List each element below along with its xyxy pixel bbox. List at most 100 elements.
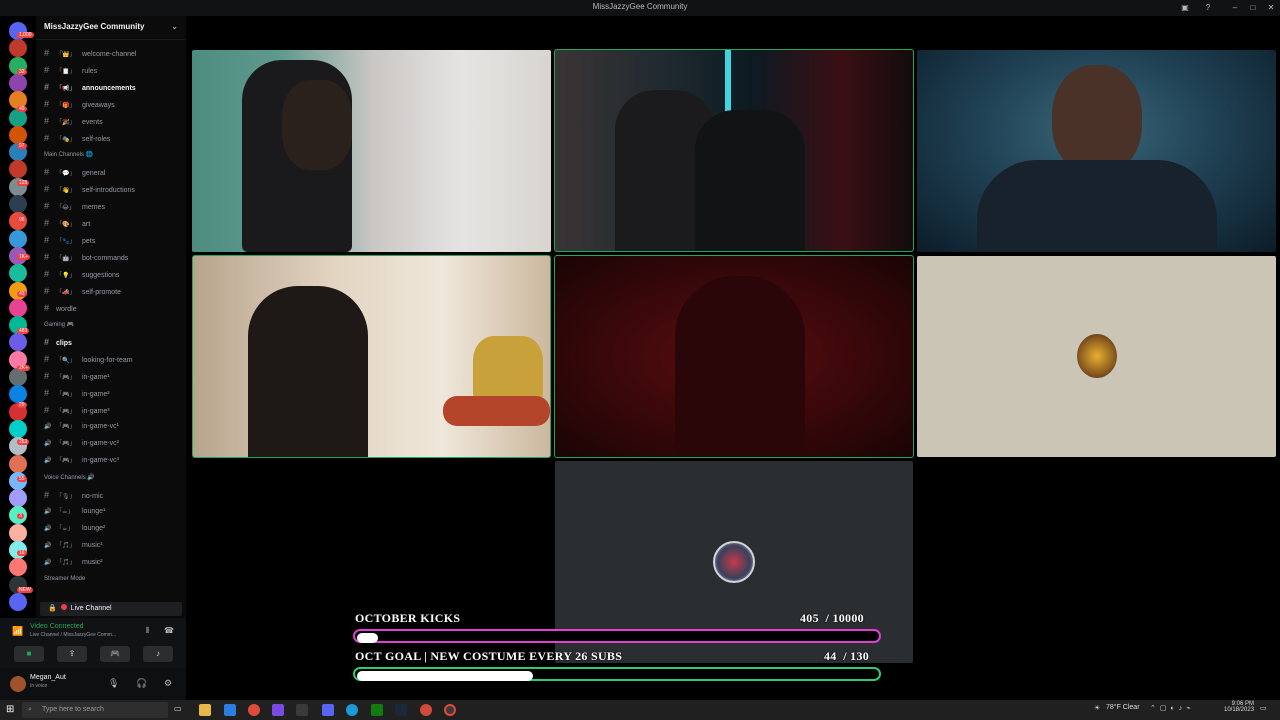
channel-announcements[interactable]: # 「📢」 announcements bbox=[44, 80, 184, 94]
discord-icon[interactable] bbox=[322, 704, 334, 716]
taskbar-search[interactable]: ⌕ Type here to search bbox=[22, 702, 168, 718]
activities-button[interactable]: 🎮 bbox=[100, 646, 130, 662]
channel-welcome-channel[interactable]: # 「👑」 welcome-channel bbox=[44, 46, 184, 60]
server-icon[interactable] bbox=[9, 558, 27, 577]
server-icon[interactable] bbox=[9, 523, 27, 542]
channel-suggestions[interactable]: # 「💡」 suggestions bbox=[44, 267, 184, 281]
channel-self-introductions[interactable]: # 「👋」 self-introductions bbox=[44, 182, 184, 196]
mention-badge: 1K+ bbox=[17, 254, 31, 260]
mic-icon[interactable]: 🎙 bbox=[108, 678, 119, 689]
file-explorer-icon[interactable] bbox=[199, 704, 211, 716]
close-icon[interactable]: ✕ bbox=[1266, 3, 1276, 13]
channel-self-roles[interactable]: # 「🎭」 self-roles bbox=[44, 131, 184, 145]
channel-giveaways[interactable]: # 「🎁」 giveaways bbox=[44, 97, 184, 111]
voice-status-subtitle[interactable]: Live Channel / MissJazzyGee Comm... bbox=[30, 632, 116, 638]
help-icon[interactable]: ? bbox=[1203, 3, 1213, 13]
app-icon[interactable] bbox=[224, 704, 236, 716]
category-header[interactable]: Voice Channels 🔊 bbox=[44, 474, 95, 481]
soundboard-button[interactable]: ♪ bbox=[143, 646, 173, 662]
server-icon[interactable] bbox=[9, 419, 27, 438]
camera-button[interactable]: ■ bbox=[14, 646, 44, 662]
channel-pets[interactable]: # 「🐾」 pets bbox=[44, 233, 184, 247]
server-icon[interactable] bbox=[9, 298, 27, 317]
category-header[interactable]: Main Channels 🌐 bbox=[44, 151, 93, 158]
server-icon[interactable] bbox=[9, 385, 27, 404]
channel-in-game-vc[interactable]: 🔊 「🎮」 in-game-vc³ bbox=[44, 454, 184, 468]
weather-icon[interactable]: ☀ bbox=[1094, 704, 1100, 712]
server-icon[interactable] bbox=[9, 160, 27, 179]
channel-music[interactable]: 🔊 「🎵」 music¹ bbox=[44, 539, 184, 553]
channel-in-game-vc[interactable]: 🔊 「🎮」 in-game-vc¹ bbox=[44, 420, 184, 434]
edge-icon[interactable] bbox=[346, 704, 358, 716]
gear-icon[interactable]: ⚙ bbox=[164, 678, 172, 689]
server-icon[interactable] bbox=[9, 264, 27, 283]
video-tile-2[interactable] bbox=[554, 49, 914, 252]
category-header[interactable]: Gaming 🎮 bbox=[44, 321, 74, 328]
channel-lounge[interactable]: 🔊 「☕」 lounge¹ bbox=[44, 505, 184, 519]
channel-in-game-vc[interactable]: 🔊 「🎮」 in-game-vc² bbox=[44, 437, 184, 451]
channel-bot-commands[interactable]: # 「🤖」 bot-commands bbox=[44, 250, 184, 264]
xbox-icon[interactable] bbox=[371, 704, 383, 716]
channel-in-game[interactable]: # 「🎮」 in-game² bbox=[44, 386, 184, 400]
noise-suppression-icon[interactable]: ⫴ bbox=[146, 626, 149, 636]
channel-music[interactable]: 🔊 「🎵」 music² bbox=[44, 556, 184, 570]
live-channel-item[interactable]: 🔒 Live Channel bbox=[40, 602, 182, 616]
channel-art[interactable]: # 「🎨」 art bbox=[44, 216, 184, 230]
windows-start-icon[interactable]: ⊞ bbox=[6, 704, 14, 715]
goal-2-progress-bar bbox=[353, 667, 881, 681]
channel-general[interactable]: # 「💬」 general bbox=[44, 165, 184, 179]
channel-memes[interactable]: # 「😂」 memes bbox=[44, 199, 184, 213]
server-icon[interactable] bbox=[9, 195, 27, 213]
server-icon[interactable] bbox=[9, 73, 27, 92]
server-icon[interactable] bbox=[9, 229, 27, 248]
avatar[interactable] bbox=[10, 676, 26, 692]
server-icon[interactable] bbox=[9, 592, 27, 611]
video-tile-4[interactable] bbox=[192, 255, 551, 458]
video-tile-6[interactable] bbox=[917, 256, 1276, 457]
channel-self-promote[interactable]: # 「📣」 self-promote bbox=[44, 284, 184, 298]
chrome-icon[interactable] bbox=[420, 704, 432, 716]
server-icon[interactable] bbox=[9, 489, 27, 508]
channel-name: clips bbox=[56, 340, 72, 347]
clock[interactable]: 9:06 PM 10/18/2023 bbox=[1224, 701, 1254, 713]
server-name-header[interactable]: MissJazzyGee Community ⌄ bbox=[36, 16, 186, 40]
channel-wordle[interactable]: # wordle bbox=[44, 301, 184, 315]
app-icon[interactable] bbox=[296, 704, 308, 716]
channel-emoji: 「🎉」 bbox=[56, 120, 76, 126]
steam-icon[interactable] bbox=[395, 704, 407, 716]
server-icon[interactable] bbox=[9, 125, 27, 144]
channel-name: in-game-vc¹ bbox=[82, 423, 119, 430]
headphones-icon[interactable]: 🎧 bbox=[136, 678, 147, 689]
channel-looking-for-team[interactable]: # 「🔍」 looking-for-team bbox=[44, 352, 184, 366]
server-icon[interactable] bbox=[9, 39, 27, 58]
channel-clips[interactable]: # clips bbox=[44, 335, 184, 349]
server-icon[interactable] bbox=[9, 333, 27, 352]
mention-badge: 263 bbox=[17, 439, 30, 445]
video-tile-1[interactable] bbox=[192, 50, 551, 252]
obs-icon[interactable] bbox=[444, 704, 456, 716]
weather-text[interactable]: 78°F Clear bbox=[1106, 704, 1140, 711]
screen-share-button[interactable]: ⇪ bbox=[57, 646, 87, 662]
channel-in-game[interactable]: # 「🎮」 in-game¹ bbox=[44, 369, 184, 383]
disconnect-icon[interactable]: ☎ bbox=[164, 626, 174, 635]
minimize-icon[interactable]: – bbox=[1230, 3, 1240, 13]
category-header[interactable]: Streamer Mode bbox=[44, 576, 85, 582]
video-tile-3[interactable] bbox=[917, 50, 1276, 252]
server-icon[interactable] bbox=[9, 454, 27, 473]
channel-in-game[interactable]: # 「🎮」 in-game³ bbox=[44, 403, 184, 417]
inbox-icon[interactable]: ▣ bbox=[1180, 3, 1190, 13]
channel-rules[interactable]: # 「📋」 rules bbox=[44, 63, 184, 77]
hashtag-icon: # bbox=[44, 371, 50, 381]
channel-events[interactable]: # 「🎉」 events bbox=[44, 114, 184, 128]
app-icon[interactable] bbox=[272, 704, 284, 716]
channel-name: bot-commands bbox=[82, 255, 129, 262]
channel-lounge[interactable]: 🔊 「☕」 lounge² bbox=[44, 522, 184, 536]
maximize-icon[interactable]: □ bbox=[1248, 3, 1258, 13]
chrome-icon[interactable] bbox=[248, 704, 260, 716]
system-tray-icons[interactable]: ⌃▢◐♪⌁ bbox=[1150, 704, 1194, 712]
channel-no-mic[interactable]: # 「🎙」 no-mic bbox=[44, 488, 184, 502]
task-view-icon[interactable]: ▭ bbox=[174, 704, 186, 716]
notification-icon[interactable]: ▭ bbox=[1260, 704, 1267, 712]
participant-avatar-7 bbox=[713, 541, 755, 583]
video-tile-5[interactable] bbox=[554, 255, 914, 458]
